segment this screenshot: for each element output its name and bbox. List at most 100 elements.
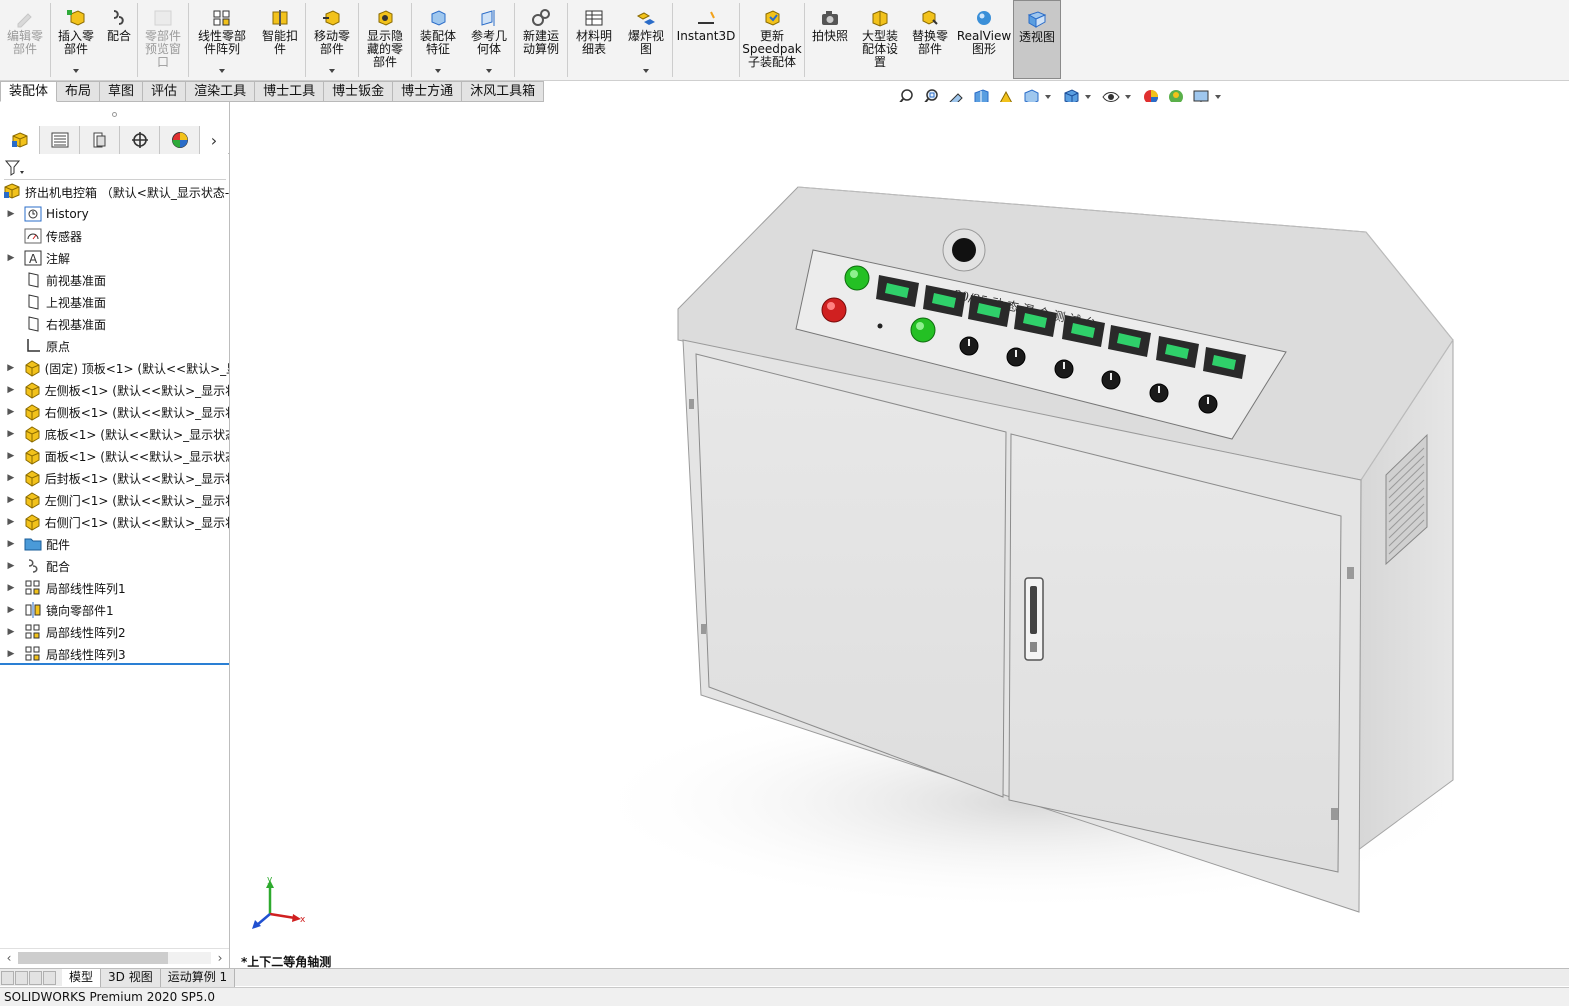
- tree-item[interactable]: ▶ 后封板<1> (默认<<默认>_显示状: [0, 467, 229, 489]
- expand-arrow-icon[interactable]: ▶: [6, 473, 16, 483]
- chevron-down-icon[interactable]: [73, 69, 79, 73]
- ribbon-button-6[interactable]: 移动零 部件: [306, 0, 358, 79]
- cm-tab-4[interactable]: 渲染工具: [186, 81, 256, 102]
- ribbon-button-19[interactable]: 透视图: [1013, 0, 1061, 79]
- next-tab-button[interactable]: [29, 970, 42, 985]
- chevron-down-icon[interactable]: [1085, 95, 1091, 99]
- expand-arrow-icon[interactable]: ▶: [6, 451, 16, 461]
- door-handle[interactable]: [1024, 577, 1044, 661]
- ribbon-button-18[interactable]: RealView 图形: [955, 0, 1013, 79]
- expand-arrow-icon[interactable]: ▶: [6, 583, 16, 593]
- tree-item[interactable]: ▶ 右侧门<1> (默认<<默认>_显示状: [0, 511, 229, 533]
- scroll-track[interactable]: [18, 951, 211, 964]
- tree-item[interactable]: 右视基准面: [0, 313, 229, 335]
- scroll-right-icon[interactable]: ›: [211, 951, 229, 965]
- expand-arrow-icon[interactable]: ▶: [6, 407, 16, 417]
- bottom-tab-0[interactable]: 模型: [62, 968, 102, 987]
- tree-root-assembly[interactable]: 挤出机电控箱 （默认<默认_显示状态-: [0, 181, 229, 203]
- chevron-down-icon[interactable]: [486, 69, 492, 73]
- ribbon-button-14[interactable]: 更新 Speedpak 子装配体: [740, 0, 804, 79]
- chevron-down-icon[interactable]: [643, 69, 649, 73]
- cm-tab-8[interactable]: 沐风工具箱: [462, 81, 545, 102]
- tree-item[interactable]: ▶ 左侧板<1> (默认<<默认>_显示状: [0, 379, 229, 401]
- last-tab-button[interactable]: [43, 970, 56, 985]
- chevron-down-icon[interactable]: [1045, 95, 1051, 99]
- tree-item[interactable]: ▶ History: [0, 203, 229, 225]
- first-tab-button[interactable]: [1, 970, 14, 985]
- tree-item[interactable]: ▶ 右侧板<1> (默认<<默认>_显示状: [0, 401, 229, 423]
- expand-arrow-icon[interactable]: ▶: [6, 495, 16, 505]
- ribbon-button-8[interactable]: 装配体 特征: [412, 0, 464, 79]
- chevron-down-icon[interactable]: [329, 69, 335, 73]
- expand-arrow-icon[interactable]: ▶: [6, 517, 16, 527]
- chevron-down-icon[interactable]: [1125, 95, 1131, 99]
- expand-arrow-icon[interactable]: ▶: [6, 649, 16, 659]
- ribbon-button-17[interactable]: 替换零 部件: [905, 0, 955, 79]
- expand-arrow-icon[interactable]: ▶: [6, 561, 16, 571]
- expand-arrow-icon[interactable]: ▶: [6, 385, 16, 395]
- ribbon-button-5[interactable]: 智能扣 件: [255, 0, 305, 79]
- cm-tab-6[interactable]: 博士钣金: [324, 81, 394, 102]
- ribbon-button-0[interactable]: 编辑零 部件: [0, 0, 50, 79]
- cm-tab-5[interactable]: 博士工具: [255, 81, 325, 102]
- ribbon-button-16[interactable]: 大型装 配体设 置: [855, 0, 905, 79]
- cm-tab-1[interactable]: 布局: [57, 81, 101, 102]
- tree-horizontal-scrollbar[interactable]: ‹ ›: [0, 948, 229, 966]
- green-button-bottom[interactable]: [910, 317, 936, 343]
- tree-item[interactable]: ▶ 局部线性阵列3: [0, 643, 229, 663]
- tree-item[interactable]: ▶ 配合: [0, 555, 229, 577]
- display-manager-tab[interactable]: [160, 126, 200, 154]
- ribbon-button-4[interactable]: 线性零部 件阵列: [189, 0, 255, 79]
- tree-item[interactable]: ▶ A 注解: [0, 247, 229, 269]
- ribbon-button-13[interactable]: Instant3D: [673, 0, 739, 79]
- tree-item[interactable]: ▶ 局部线性阵列1: [0, 577, 229, 599]
- bottom-tab-2[interactable]: 运动算例 1: [160, 968, 236, 987]
- tree-item[interactable]: ▶ 底板<1> (默认<<默认>_显示状态: [0, 423, 229, 445]
- tree-item[interactable]: ▶ 镜向零部件1: [0, 599, 229, 621]
- emergency-stop-button[interactable]: [821, 297, 847, 323]
- expand-arrow-icon[interactable]: ▶: [6, 429, 16, 439]
- expand-arrow-icon[interactable]: ▶: [6, 253, 16, 263]
- ribbon-button-15[interactable]: 拍快照: [805, 0, 855, 79]
- ribbon-button-12[interactable]: 爆炸视 图: [620, 0, 672, 79]
- chevron-down-icon[interactable]: [1215, 95, 1221, 99]
- more-tabs-arrow[interactable]: ›: [200, 126, 228, 154]
- expand-arrow-icon[interactable]: ▶: [6, 363, 16, 373]
- graphics-area[interactable]: 30/25 动 态 混 合 测 试 台: [231, 102, 1569, 968]
- scroll-left-icon[interactable]: ‹: [0, 951, 18, 965]
- ribbon-button-9[interactable]: 参考几 何体: [464, 0, 514, 79]
- tree-item[interactable]: ▶ 配件: [0, 533, 229, 555]
- ribbon-button-1[interactable]: 插入零 部件: [51, 0, 101, 79]
- tree-item[interactable]: ▶ 面板<1> (默认<<默认>_显示状态: [0, 445, 229, 467]
- tree-item[interactable]: 前视基准面: [0, 269, 229, 291]
- prev-tab-button[interactable]: [15, 970, 28, 985]
- scroll-thumb[interactable]: [18, 951, 168, 964]
- chevron-down-icon[interactable]: [435, 69, 441, 73]
- dimxpert-manager-tab[interactable]: [120, 126, 160, 154]
- tree-item[interactable]: 传感器: [0, 225, 229, 247]
- cm-tab-7[interactable]: 博士方通: [393, 81, 463, 102]
- ribbon-button-10[interactable]: 新建运 动算例: [515, 0, 567, 79]
- cm-tab-2[interactable]: 草图: [100, 81, 144, 102]
- expand-arrow-icon[interactable]: ▶: [6, 539, 16, 549]
- cm-tab-3[interactable]: 评估: [143, 81, 187, 102]
- tree-item[interactable]: ▶ (固定) 顶板<1> (默认<<默认>_显: [0, 357, 229, 379]
- expand-arrow-icon[interactable]: ▶: [6, 627, 16, 637]
- chevron-down-icon[interactable]: [219, 69, 225, 73]
- ribbon-button-7[interactable]: 显示隐 藏的零 部件: [359, 0, 411, 79]
- panel-grip[interactable]: [0, 102, 229, 126]
- cm-tab-0[interactable]: 装配体: [0, 81, 58, 102]
- tree-filter[interactable]: [4, 156, 226, 180]
- expand-arrow-icon[interactable]: ▶: [6, 605, 16, 615]
- configuration-manager-tab[interactable]: [80, 126, 120, 154]
- tree-item[interactable]: ▶ 左侧门<1> (默认<<默认>_显示状: [0, 489, 229, 511]
- tree-item[interactable]: 原点: [0, 335, 229, 357]
- bottom-tab-1[interactable]: 3D 视图: [101, 968, 161, 987]
- property-manager-tab[interactable]: [40, 126, 80, 154]
- tree-item[interactable]: ▶ 局部线性阵列2: [0, 621, 229, 643]
- expand-arrow-icon[interactable]: ▶: [6, 209, 16, 219]
- feature-manager-tab[interactable]: [0, 126, 40, 154]
- ribbon-button-11[interactable]: 材料明 细表: [568, 0, 620, 79]
- green-button-top[interactable]: [844, 265, 870, 291]
- ribbon-button-2[interactable]: 配合: [101, 0, 137, 79]
